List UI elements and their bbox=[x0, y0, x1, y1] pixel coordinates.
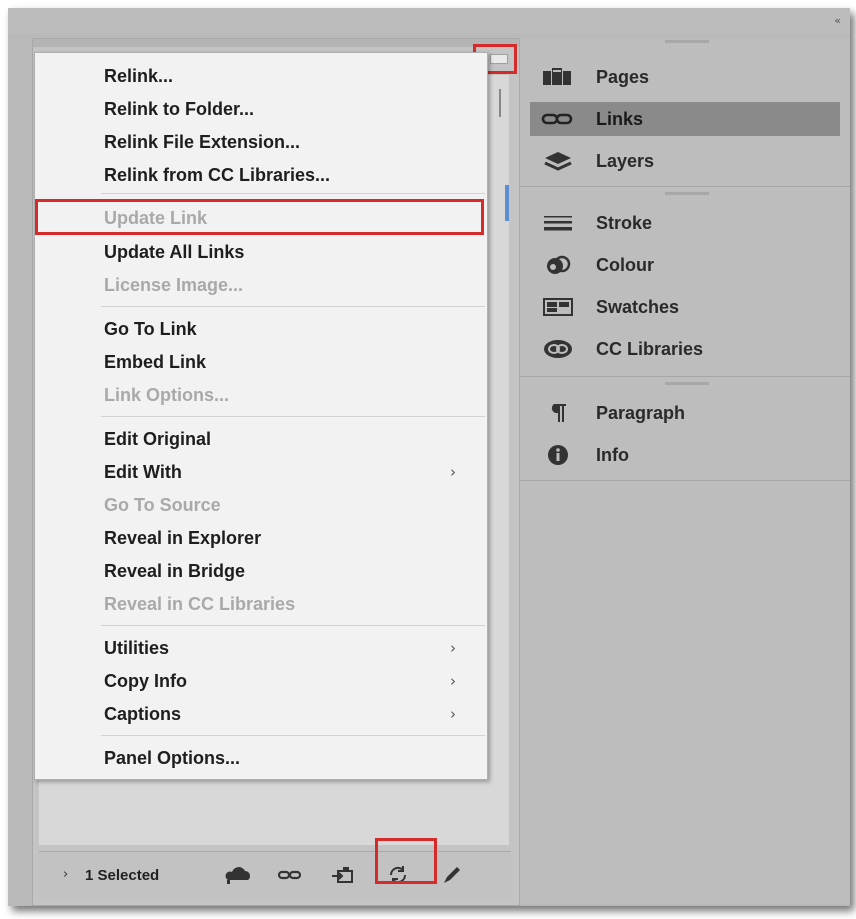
dock-item-label: Pages bbox=[596, 67, 650, 87]
menu-item-edit-original[interactable]: Edit Original bbox=[35, 424, 487, 454]
dock-item-paragraph[interactable]: Paragraph bbox=[530, 396, 840, 430]
dock-group-grip[interactable] bbox=[665, 192, 709, 195]
menu-item-label: Utilities bbox=[104, 638, 170, 658]
links-panel-context-menu: Relink... Relink to Folder... Relink Fil… bbox=[34, 52, 488, 780]
panel-dock: Pages Links Layers Stroke Colour Swatche… bbox=[520, 38, 850, 904]
expand-info-chevron-icon[interactable]: › bbox=[63, 867, 68, 882]
menu-item-label: Copy Info bbox=[104, 671, 187, 691]
layers-icon bbox=[540, 149, 576, 173]
dock-item-label: Info bbox=[596, 445, 629, 465]
dock-item-label: Swatches bbox=[596, 297, 680, 317]
cc-libraries-icon[interactable] bbox=[223, 862, 253, 888]
dock-item-colour[interactable]: Colour bbox=[530, 248, 840, 282]
dock-group-separator bbox=[520, 376, 850, 377]
menu-separator bbox=[101, 416, 485, 417]
stroke-icon bbox=[540, 211, 576, 235]
dock-item-pages[interactable]: Pages bbox=[530, 60, 840, 94]
menu-item-label: Go To Link bbox=[104, 319, 197, 339]
dock-item-label: Layers bbox=[596, 151, 655, 171]
menu-separator bbox=[101, 625, 485, 626]
menu-item-update-all-links[interactable]: Update All Links bbox=[35, 237, 487, 267]
menu-item-label: Update All Links bbox=[104, 242, 245, 262]
dock-item-info[interactable]: Info bbox=[530, 438, 840, 472]
menu-item-copy-info[interactable]: Copy Info › bbox=[35, 666, 487, 696]
menu-item-label: Captions bbox=[104, 704, 182, 724]
dock-group-separator bbox=[520, 186, 850, 187]
dock-item-layers[interactable]: Layers bbox=[530, 144, 840, 178]
menu-item-label: Panel Options... bbox=[104, 748, 241, 768]
submenu-arrow-icon: › bbox=[450, 463, 456, 481]
menu-item-utilities[interactable]: Utilities › bbox=[35, 633, 487, 663]
menu-item-label: Relink from CC Libraries... bbox=[104, 165, 331, 185]
panel-grip[interactable] bbox=[33, 39, 519, 47]
paragraph-icon bbox=[540, 401, 576, 425]
dock-item-label: Paragraph bbox=[596, 403, 686, 423]
dock-item-label: Colour bbox=[596, 255, 654, 275]
dock-group-grip[interactable] bbox=[665, 40, 709, 43]
dock-group-grip[interactable] bbox=[665, 382, 709, 385]
indesign-window: « › 1 Selected Relink... Relink to Folde… bbox=[8, 8, 850, 906]
menu-item-label: Reveal in Explorer bbox=[104, 528, 262, 548]
dock-item-swatches[interactable]: Swatches bbox=[530, 290, 840, 324]
colour-icon bbox=[540, 253, 576, 277]
menu-separator bbox=[101, 306, 485, 307]
menu-item-go-to-link[interactable]: Go To Link bbox=[35, 314, 487, 344]
menu-item-go-to-source[interactable]: Go To Source bbox=[35, 490, 487, 520]
menu-item-license-image[interactable]: License Image... bbox=[35, 270, 487, 300]
menu-item-label: Embed Link bbox=[104, 352, 207, 372]
menu-item-panel-options[interactable]: Panel Options... bbox=[35, 743, 487, 773]
cc-libraries-icon bbox=[540, 337, 576, 361]
dock-item-label: Stroke bbox=[596, 213, 653, 233]
menu-item-reveal-in-bridge[interactable]: Reveal in Bridge bbox=[35, 556, 487, 586]
menu-item-label: Reveal in CC Libraries bbox=[104, 594, 296, 614]
menu-item-link-options[interactable]: Link Options... bbox=[35, 380, 487, 410]
selection-status: 1 Selected bbox=[85, 867, 160, 884]
go-to-link-icon[interactable] bbox=[329, 862, 359, 888]
links-icon bbox=[540, 107, 576, 131]
menu-item-label: Go To Source bbox=[104, 495, 221, 515]
menu-item-embed-link[interactable]: Embed Link bbox=[35, 347, 487, 377]
update-link-highlight bbox=[375, 838, 437, 884]
dock-group-separator bbox=[520, 480, 850, 481]
menu-item-label: Reveal in Bridge bbox=[104, 561, 246, 581]
links-panel-footer: › 1 Selected bbox=[39, 851, 511, 900]
menu-item-relink-file-extension[interactable]: Relink File Extension... bbox=[35, 127, 487, 157]
menu-item-relink[interactable]: Relink... bbox=[35, 61, 487, 91]
menu-item-relink-to-folder[interactable]: Relink to Folder... bbox=[35, 94, 487, 124]
menu-item-label: Relink to Folder... bbox=[104, 99, 255, 119]
edit-original-icon[interactable] bbox=[437, 862, 467, 888]
menu-item-label: Relink... bbox=[104, 66, 174, 86]
menu-separator bbox=[101, 735, 485, 736]
relink-icon[interactable] bbox=[275, 862, 305, 888]
menu-item-label: Edit With bbox=[104, 462, 182, 482]
swatches-icon bbox=[540, 295, 576, 319]
dock-item-label: CC Libraries bbox=[596, 339, 704, 359]
selected-row-indicator bbox=[505, 185, 509, 221]
menu-item-label: License Image... bbox=[104, 275, 244, 295]
dock-item-cc-libraries[interactable]: CC Libraries bbox=[530, 332, 840, 366]
menu-item-captions[interactable]: Captions › bbox=[35, 699, 487, 729]
menu-item-relink-from-cc-libraries[interactable]: Relink from CC Libraries... bbox=[35, 160, 487, 190]
menu-item-reveal-in-cc-libraries[interactable]: Reveal in CC Libraries bbox=[35, 589, 487, 619]
menu-item-edit-with[interactable]: Edit With › bbox=[35, 457, 487, 487]
dock-item-label: Links bbox=[596, 109, 644, 129]
menu-item-reveal-in-explorer[interactable]: Reveal in Explorer bbox=[35, 523, 487, 553]
dock-item-links[interactable]: Links bbox=[530, 102, 840, 136]
update-link-menu-highlight bbox=[35, 199, 484, 235]
collapse-dock-button[interactable]: « bbox=[834, 14, 841, 27]
submenu-arrow-icon: › bbox=[450, 639, 456, 657]
submenu-arrow-icon: › bbox=[450, 705, 456, 723]
submenu-arrow-icon: › bbox=[450, 672, 456, 690]
info-icon bbox=[540, 443, 576, 467]
menu-item-label: Link Options... bbox=[104, 385, 229, 405]
menu-item-label: Edit Original bbox=[104, 429, 212, 449]
dock-top-bar: « bbox=[8, 8, 850, 34]
scrollbar-thumb[interactable] bbox=[499, 89, 501, 117]
menu-separator bbox=[101, 193, 485, 194]
menu-item-label: Relink File Extension... bbox=[104, 132, 301, 152]
dock-item-stroke[interactable]: Stroke bbox=[530, 206, 840, 240]
pages-icon bbox=[540, 65, 576, 89]
